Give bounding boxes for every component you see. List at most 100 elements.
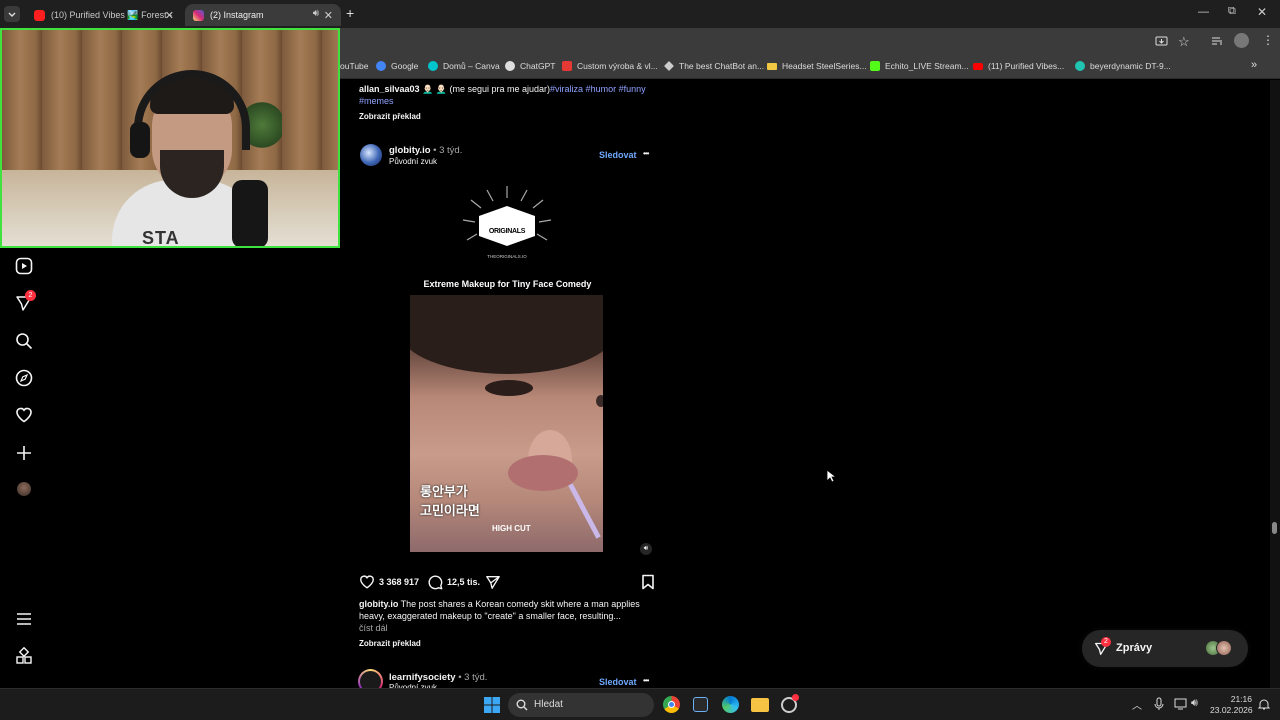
prev-post-username[interactable]: allan_silvaa03: [359, 84, 420, 94]
bookmark-custom[interactable]: Custom výroba & vl...: [562, 61, 658, 71]
tab-search-button[interactable]: [4, 6, 20, 22]
speaker-icon[interactable]: 🔊︎: [313, 8, 319, 19]
bookmark-canva[interactable]: Domů – Canva: [428, 61, 500, 71]
youtube-favicon-icon: [34, 9, 45, 21]
tab-instagram[interactable]: (2) Instagram 🔊︎ ✕: [185, 4, 341, 26]
post-options-icon[interactable]: •••: [643, 149, 649, 158]
browser-tab-bar: (10) Purified Vibes 🏞️ Forest - ✕ (2) In…: [0, 0, 1280, 28]
next-post-age: • 3 týd.: [458, 672, 488, 683]
notification-bell-icon[interactable]: [1258, 698, 1270, 711]
close-tab-icon[interactable]: ✕: [165, 9, 174, 22]
clock-time: 21:16: [1230, 694, 1252, 704]
bookmark-chatgpt[interactable]: ChatGPT: [505, 61, 555, 71]
clock-date: 23.02.2026: [1210, 705, 1253, 715]
app-status-icon[interactable]: [781, 694, 799, 713]
menu-kebab-icon[interactable]: ⋮: [1262, 33, 1274, 47]
post-username[interactable]: globity.io • 3 týd.: [389, 145, 462, 156]
beyerdynamic-icon: [1075, 61, 1085, 71]
conversation-avatar: [1216, 640, 1232, 656]
search-icon: [516, 699, 528, 711]
webcam-overlay: STA: [0, 28, 340, 248]
restore-button[interactable]: ⧉: [1228, 5, 1236, 18]
chatgpt-icon: [505, 61, 515, 71]
more-bookmarks-icon[interactable]: »: [1251, 59, 1257, 71]
post-caption: globity.io The post shares a Korean come…: [359, 599, 640, 609]
windows-taskbar: Hledat ︿ 🔊︎ 21:16 23.02.2026: [0, 688, 1280, 720]
more-menu-icon[interactable]: [15, 610, 33, 628]
mute-toggle-icon[interactable]: 🔊︎: [640, 543, 652, 555]
comment-icon[interactable]: [427, 574, 443, 590]
close-tab-icon[interactable]: ✕: [324, 9, 333, 22]
page-scrollbar-thumb[interactable]: [1272, 522, 1277, 534]
notification-badge: 2: [25, 290, 36, 301]
bookmark-beyerdynamic[interactable]: beyerdynamic DT-9...: [1075, 61, 1171, 71]
reel-title: Extreme Makeup for Tiny Face Comedy: [423, 279, 592, 289]
instagram-favicon-icon: [193, 9, 204, 21]
like-count[interactable]: 3 368 917: [379, 577, 419, 587]
shop-icon: [562, 61, 572, 71]
reel-video-frame: 롱안부가 고민이라면 HIGH CUT: [410, 295, 603, 552]
bookmark-steelseries[interactable]: Headset SteelSeries...: [767, 61, 867, 71]
bookmark-chatbot[interactable]: The best ChatBot an...: [664, 61, 764, 71]
originals-logo: ORIGINALS THEORIGINALS.IO: [457, 184, 557, 264]
comment-count[interactable]: 12,5 tis.: [447, 577, 480, 587]
taskbar-search[interactable]: Hledat: [508, 693, 654, 717]
heart-notifications-icon[interactable]: [15, 406, 33, 424]
reel-video[interactable]: ORIGINALS THEORIGINALS.IO Extreme Makeup…: [352, 176, 663, 565]
profile-avatar[interactable]: [1234, 33, 1249, 48]
next-post-username[interactable]: learnifysociety • 3 týd.: [389, 672, 487, 683]
headphone-cup-shape: [130, 122, 150, 158]
reel-brand-url: THEORIGINALS.IO: [487, 254, 527, 259]
start-windows-icon[interactable]: [484, 697, 500, 713]
bookmark-youtube-2[interactable]: (11) Purified Vibes...: [973, 61, 1064, 71]
also-from-meta-icon[interactable]: [15, 647, 33, 665]
bookmark-youtube[interactable]: ouTube: [340, 61, 369, 71]
tab-youtube[interactable]: (10) Purified Vibes 🏞️ Forest - ✕: [26, 4, 182, 26]
profile-avatar[interactable]: [17, 482, 31, 496]
file-explorer-icon[interactable]: [751, 698, 769, 712]
network-icon[interactable]: [1174, 698, 1187, 710]
share-icon[interactable]: [485, 574, 501, 590]
post-author-avatar[interactable]: [360, 144, 382, 166]
bookmark-kick[interactable]: Echito_LIVE Stream...: [870, 61, 969, 71]
prev-post-hashtags-line2[interactable]: #memes: [359, 96, 394, 106]
messages-nav-icon[interactable]: 2: [15, 290, 36, 312]
bookmark-star-icon[interactable]: ☆: [1178, 34, 1190, 50]
post-audio-link[interactable]: Původní zvuk: [389, 157, 437, 166]
taskbar-search-label: Hledat: [534, 699, 563, 710]
tray-chevron-up-icon[interactable]: ︿: [1132, 697, 1142, 712]
page-scrollbar-track[interactable]: [1270, 80, 1280, 688]
media-control-icon[interactable]: [1211, 35, 1224, 48]
next-follow-button[interactable]: Sledovat: [599, 677, 637, 687]
search-icon[interactable]: [15, 332, 33, 350]
chevron-down-icon: [8, 12, 16, 17]
reels-icon[interactable]: [15, 257, 33, 275]
read-more-link[interactable]: číst dál: [359, 623, 388, 633]
create-plus-icon[interactable]: [15, 444, 33, 462]
minimize-button[interactable]: —: [1198, 6, 1209, 18]
prev-post-hashtags[interactable]: #viraliza #humor #funny: [550, 84, 646, 94]
save-bookmark-icon[interactable]: [641, 574, 655, 590]
reel-brand-text: ORIGINALS: [488, 228, 526, 235]
diamond-icon: [664, 61, 674, 71]
prev-post-translate-link[interactable]: Zobrazit překlad: [359, 112, 421, 121]
translate-link[interactable]: Zobrazit překlad: [359, 639, 421, 648]
new-tab-button[interactable]: +: [346, 5, 354, 21]
taskbar-clock[interactable]: 21:16 23.02.2026: [1210, 694, 1253, 716]
install-app-icon[interactable]: [1155, 35, 1168, 48]
explore-compass-icon[interactable]: [15, 369, 33, 387]
messages-floating-button[interactable]: 2 Zprávy: [1082, 630, 1248, 667]
bookmark-google[interactable]: Google: [376, 61, 418, 71]
follow-button[interactable]: Sledovat: [599, 150, 637, 160]
store-app-icon[interactable]: [693, 697, 708, 712]
mouse-cursor-icon: [826, 469, 836, 483]
close-window-button[interactable]: ✕: [1257, 5, 1267, 19]
like-heart-icon[interactable]: [359, 574, 375, 590]
next-post-options-icon[interactable]: •••: [643, 676, 649, 685]
microphone-icon[interactable]: [1154, 697, 1164, 711]
chrome-app-icon[interactable]: [663, 696, 680, 713]
caption-username[interactable]: globity.io: [359, 599, 398, 609]
volume-icon[interactable]: 🔊︎: [1191, 697, 1198, 710]
reel-korean-subtitle: 롱안부가 고민이라면: [420, 484, 480, 518]
edge-app-icon[interactable]: [722, 696, 739, 713]
